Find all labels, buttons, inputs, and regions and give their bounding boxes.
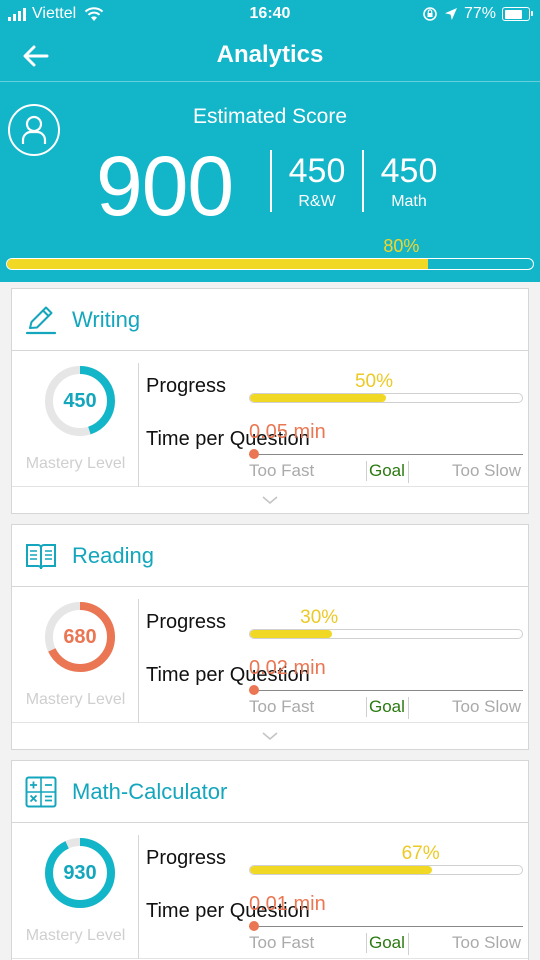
mastery-score: 680 xyxy=(63,625,97,648)
expand-button[interactable] xyxy=(12,723,528,749)
time-indicator-dot xyxy=(249,685,259,695)
too-slow-label: Too Slow xyxy=(452,933,521,952)
progress-label: Progress xyxy=(146,375,227,397)
book-icon xyxy=(24,539,58,573)
subject-card-header[interactable]: Reading xyxy=(12,525,528,587)
status-bar: Viettel 16:40 77% xyxy=(0,0,540,30)
subject-card-body: 680 Mastery Level Progress 30% Time per … xyxy=(12,587,528,723)
mastery-ring: 680 xyxy=(42,599,118,675)
location-icon xyxy=(444,8,457,20)
time-scale-line xyxy=(249,454,523,455)
rw-score-label: R&W xyxy=(298,193,336,210)
too-fast-label: Too Fast xyxy=(249,933,315,952)
chevron-down-icon xyxy=(262,732,278,741)
goal-tick xyxy=(408,461,409,483)
goal-label: Goal xyxy=(366,933,405,953)
mastery-ring: 450 xyxy=(42,363,118,439)
overall-progress-percent: 80% xyxy=(383,236,420,256)
expand-button[interactable] xyxy=(12,487,528,513)
time-indicator-dot xyxy=(249,449,259,459)
math-score-label: Math xyxy=(391,193,427,210)
math-score: 450 Math xyxy=(369,152,449,211)
subject-card-math-calculator: Math-Calculator 930 Mastery Level Progre… xyxy=(11,760,529,960)
subject-title: Reading xyxy=(72,542,154,568)
goal-label: Goal xyxy=(366,461,405,481)
card-divider xyxy=(138,363,139,487)
estimated-score-label: Estimated Score xyxy=(0,105,540,129)
progress-percent: 50% xyxy=(354,371,394,392)
calculator-icon xyxy=(24,775,58,809)
card-divider xyxy=(138,835,139,959)
subject-card-writing: Writing 450 Mastery Level Progress 50% T… xyxy=(11,288,529,514)
time-indicator-dot xyxy=(249,921,259,931)
too-fast-label: Too Fast xyxy=(249,697,315,716)
subject-card-header[interactable]: Writing xyxy=(12,289,528,351)
overall-progress-bar xyxy=(6,258,534,270)
chevron-down-icon xyxy=(262,496,278,505)
estimated-score-text: Estimated Score xyxy=(192,105,348,128)
goal-tick xyxy=(408,697,409,719)
total-score: 900 xyxy=(96,139,234,233)
nav-bar: Analytics xyxy=(0,30,540,82)
progress-percent: 30% xyxy=(300,607,339,628)
progress-label: Progress xyxy=(146,847,227,869)
battery-icon xyxy=(502,7,533,21)
time-per-question-value: 0.01 min xyxy=(249,893,326,915)
goal-tick xyxy=(408,933,409,955)
time-scale-line xyxy=(249,690,523,691)
progress-bar xyxy=(249,865,523,875)
math-score-value: 450 xyxy=(380,152,438,190)
analytics-header: Viettel 16:40 77% Analytics Estimated Sc… xyxy=(0,0,540,282)
goal-label: Goal xyxy=(366,697,405,717)
subject-title: Writing xyxy=(72,306,141,332)
card-divider xyxy=(138,599,139,723)
time-per-question-value: 0.05 min xyxy=(249,421,326,443)
score-divider xyxy=(270,150,272,212)
battery-percent: 77% xyxy=(463,5,496,22)
mastery-label: Mastery Level xyxy=(25,455,126,472)
progress-bar xyxy=(249,393,523,403)
subject-card-body: 450 Mastery Level Progress 50% Time per … xyxy=(12,351,528,487)
pencil-icon xyxy=(24,303,58,337)
time-scale-line xyxy=(249,926,523,927)
mastery-ring: 930 xyxy=(42,835,118,911)
subject-card-header[interactable]: Math-Calculator xyxy=(12,761,528,823)
subject-card-body: 930 Mastery Level Progress 67% Time per … xyxy=(12,823,528,959)
mastery-score: 450 xyxy=(63,389,97,412)
orientation-lock-icon xyxy=(423,7,437,21)
time-per-question-value: 0.02 min xyxy=(249,657,326,679)
too-fast-label: Too Fast xyxy=(249,461,315,480)
rw-score: 450 R&W xyxy=(277,152,357,211)
score-divider xyxy=(362,150,364,212)
rw-score-value: 450 xyxy=(288,152,346,190)
progress-bar xyxy=(249,629,523,639)
subject-title: Math-Calculator xyxy=(72,778,228,804)
progress-percent: 67% xyxy=(401,843,440,864)
mastery-label: Mastery Level xyxy=(25,691,126,708)
subject-card-reading: Reading 680 Mastery Level Progress 30% T… xyxy=(11,524,529,750)
mastery-label: Mastery Level xyxy=(25,927,126,944)
too-slow-label: Too Slow xyxy=(452,697,521,716)
progress-label: Progress xyxy=(146,611,227,633)
page-title: Analytics xyxy=(216,41,324,68)
mastery-score: 930 xyxy=(63,861,97,884)
too-slow-label: Too Slow xyxy=(452,461,521,480)
status-right: 77% xyxy=(422,5,533,23)
